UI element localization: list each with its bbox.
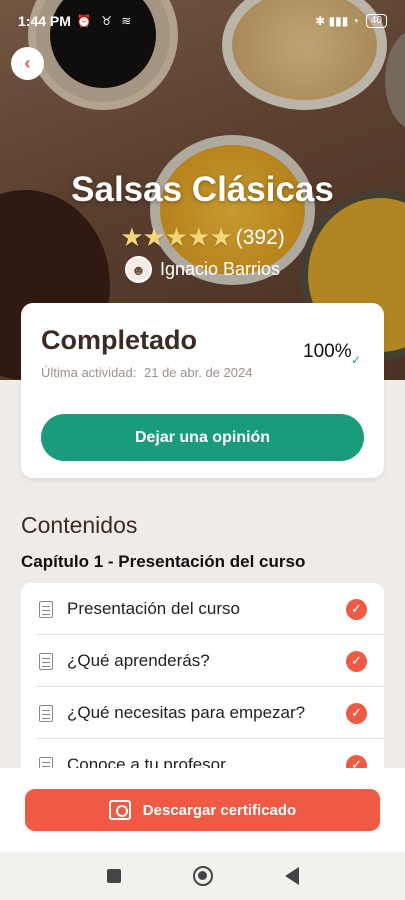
document-icon bbox=[39, 600, 53, 618]
avatar: ☻ bbox=[124, 256, 152, 283]
rating-stars-icon: ★★★★★ bbox=[120, 222, 233, 252]
lesson-row[interactable]: Presentación del curso ✓ bbox=[21, 583, 384, 635]
chevron-left-icon: ‹ bbox=[24, 53, 31, 73]
lesson-row[interactable]: ¿Qué aprenderás? ✓ bbox=[21, 635, 384, 687]
back-triangle-icon[interactable] bbox=[284, 867, 299, 885]
rating-count: (392) bbox=[235, 225, 285, 249]
recent-apps-icon[interactable] bbox=[106, 869, 121, 883]
bottom-action-bar: Descargar certificado bbox=[0, 768, 405, 852]
course-rating: ★★★★★ (392) bbox=[0, 222, 405, 253]
leave-review-button[interactable]: Dejar una opinión bbox=[41, 414, 364, 461]
home-icon[interactable] bbox=[192, 866, 213, 886]
lesson-list: Presentación del curso ✓ ¿Qué aprenderás… bbox=[21, 583, 384, 783]
signal-icons: ✱ ▮▮▮ ◔ bbox=[315, 14, 359, 28]
notification-icons: ⏰ ♉ ≋ bbox=[76, 14, 135, 28]
completion-status: Completado bbox=[41, 325, 198, 355]
lesson-title: Presentación del curso bbox=[67, 599, 240, 618]
lesson-title: ¿Qué necesitas para empezar? bbox=[67, 703, 306, 722]
course-author[interactable]: ☻ Ignacio Barrios bbox=[0, 256, 405, 283]
battery-icon: 40 bbox=[365, 14, 387, 28]
completed-check-icon: ✓ bbox=[346, 702, 367, 724]
chapter-title: Capítulo 1 - Presentación del curso bbox=[21, 552, 306, 571]
check-icon: ✓ bbox=[351, 353, 362, 367]
completion-percent: 100% bbox=[303, 341, 352, 362]
last-activity-date: 21 de abr. de 2024 bbox=[144, 365, 253, 380]
certificate-icon bbox=[108, 800, 131, 820]
lesson-title: ¿Qué aprenderás? bbox=[67, 651, 210, 670]
system-nav-bar bbox=[0, 852, 405, 900]
last-activity: Última actividad: 21 de abr. de 2024 bbox=[41, 365, 252, 380]
progress-card: Completado 100% ✓ Última actividad: 21 d… bbox=[21, 303, 384, 478]
status-time: 1:44 PM bbox=[18, 13, 71, 29]
document-icon bbox=[39, 704, 53, 722]
back-button[interactable]: ‹ bbox=[11, 47, 44, 80]
last-activity-label: Última actividad: bbox=[41, 365, 137, 380]
contents-heading: Contenidos bbox=[21, 512, 138, 538]
download-certificate-button[interactable]: Descargar certificado bbox=[25, 789, 380, 831]
lesson-row[interactable]: ¿Qué necesitas para empezar? ✓ bbox=[21, 687, 384, 739]
author-name: Ignacio Barrios bbox=[159, 259, 281, 279]
status-bar: 1:44 PM ⏰ ♉ ≋ ✱ ▮▮▮ ◔ 40 bbox=[0, 0, 405, 42]
document-icon bbox=[39, 652, 53, 670]
course-title: Salsas Clásicas bbox=[71, 170, 334, 209]
completed-check-icon: ✓ bbox=[346, 598, 367, 620]
download-certificate-label: Descargar certificado bbox=[142, 801, 297, 819]
completed-check-icon: ✓ bbox=[346, 650, 367, 672]
